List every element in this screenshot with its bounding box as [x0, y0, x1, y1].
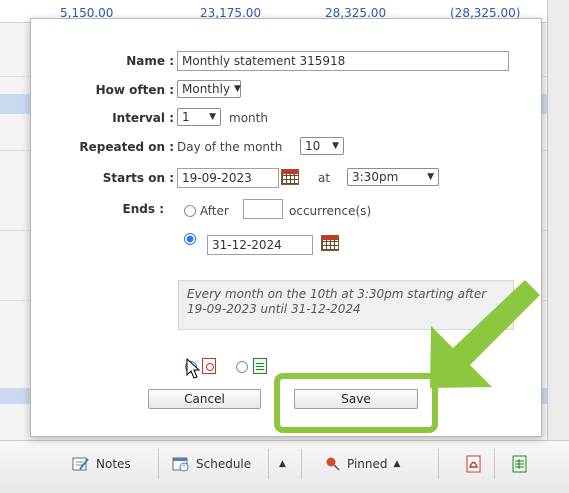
how-often-select[interactable]: Monthly ▼ [177, 80, 241, 98]
schedule-label: Schedule [196, 457, 252, 471]
ends-after-radio[interactable] [184, 205, 196, 217]
occurrences-label: occurrence(s) [289, 204, 372, 218]
interval-value: 1 [182, 110, 190, 124]
export-pdf-button[interactable] [466, 449, 482, 479]
toolbar-separator [494, 449, 495, 479]
caret-up-icon: ▲ [393, 459, 401, 469]
export-excel-button[interactable] [512, 449, 528, 479]
name-input[interactable]: Monthly statement 315918 [177, 51, 509, 71]
mouse-cursor-icon [186, 358, 201, 379]
repeated-on-prefix: Day of the month [177, 140, 283, 154]
name-label: Name : [126, 54, 174, 68]
how-often-label: How often : [95, 83, 174, 97]
ends-label: Ends : [122, 202, 164, 216]
interval-label: Interval : [112, 111, 174, 125]
excel-icon [512, 455, 527, 473]
chevron-down-icon: ▼ [332, 141, 339, 151]
chevron-down-icon: ▼ [427, 172, 434, 182]
pdf-icon [466, 455, 481, 473]
start-date-input[interactable]: 19-09-2023 [177, 168, 279, 188]
interval-select[interactable]: 1 ▼ [177, 108, 221, 126]
format-excel-radio[interactable] [236, 361, 248, 373]
notes-icon [72, 457, 89, 471]
calendar-icon[interactable] [321, 235, 339, 251]
green-arrow-icon [430, 280, 540, 388]
chevron-down-icon: ▼ [209, 112, 216, 122]
repeated-on-label: Repeated on : [79, 140, 174, 154]
background-scroll-area [547, 0, 569, 440]
toolbar-separator [268, 449, 269, 479]
day-of-month-select[interactable]: 10 ▼ [300, 137, 344, 155]
schedule-icon [172, 457, 189, 472]
notes-button[interactable]: Notes [72, 449, 131, 479]
calendar-icon[interactable] [281, 169, 299, 185]
schedule-button[interactable]: Schedule [172, 449, 251, 479]
starts-on-label: Starts on : [102, 171, 174, 185]
chevron-down-icon: ▼ [234, 84, 241, 94]
start-time-value: 3:30pm [352, 170, 399, 184]
ends-on-date-radio[interactable] [184, 233, 196, 245]
cancel-button[interactable]: Cancel [148, 389, 261, 409]
day-of-month-value: 10 [305, 139, 321, 153]
start-time-select[interactable]: 3:30pm ▼ [347, 168, 439, 186]
interval-unit: month [229, 111, 268, 125]
notes-label: Notes [96, 457, 131, 471]
pdf-icon [202, 358, 216, 374]
end-date-input[interactable]: 31-12-2024 [207, 235, 313, 255]
toolbar-separator [158, 449, 159, 479]
at-label: at [318, 171, 331, 185]
caret-up-icon: ▲ [279, 459, 286, 469]
bottom-toolbar: Notes Schedule ▲ Pinned ▲ [0, 440, 569, 493]
pinned-label: Pinned [347, 457, 388, 471]
after-label: After [200, 204, 229, 218]
pin-icon [326, 457, 340, 471]
schedule-menu-toggle[interactable]: ▲ [279, 449, 286, 479]
how-often-value: Monthly [182, 82, 231, 96]
occurrences-input[interactable] [243, 199, 283, 219]
toolbar-separator [438, 449, 439, 479]
toolbar-separator [301, 449, 302, 479]
excel-icon [253, 358, 267, 374]
pinned-button[interactable]: Pinned ▲ [325, 449, 400, 479]
